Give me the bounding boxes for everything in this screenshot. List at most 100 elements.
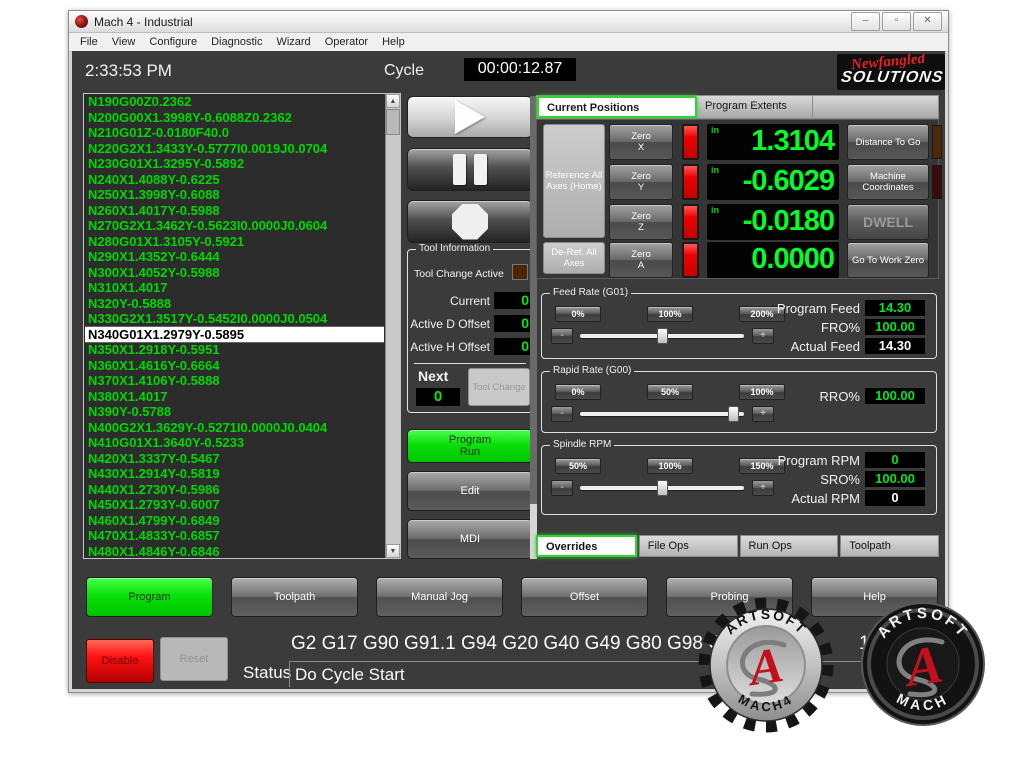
gcode-line[interactable]: N430X1.2914Y-0.5819 <box>85 466 384 482</box>
indicator-led <box>932 165 942 199</box>
status-value: Do Cycle Start <box>289 661 935 687</box>
tab-overrides[interactable]: Overrides <box>536 535 637 557</box>
gcode-line[interactable]: N300X1.4052Y-0.5988 <box>85 265 384 281</box>
scrollbar-thumb[interactable] <box>386 109 400 135</box>
gcode-line[interactable]: N270G2X1.3462Y-0.5623I0.0000J0.0604 <box>85 218 384 234</box>
titlebar[interactable]: Mach 4 - Industrial ‒ ▫ ✕ <box>69 11 948 33</box>
dro-x: in1.3104 <box>707 124 839 160</box>
nav-toolpath-button[interactable]: Toolpath <box>231 577 358 617</box>
gcode-list[interactable]: N190G00Z0.2362N200G00X1.3998Y-0.6088Z0.2… <box>85 94 384 558</box>
go-to-work-zero-button[interactable]: Go To Work Zero <box>847 242 929 278</box>
zero-a-button[interactable]: ZeroA <box>609 242 673 278</box>
dro-z: in-0.0180 <box>707 204 839 240</box>
slider-thumb[interactable] <box>657 328 668 344</box>
gcode-line[interactable]: N370X1.4106Y-0.5888 <box>85 373 384 389</box>
preset-50pct-button[interactable]: 50% <box>647 384 693 400</box>
axis-z-led <box>682 204 699 240</box>
menu-wizard[interactable]: Wizard <box>269 36 317 48</box>
menu-operator[interactable]: Operator <box>318 36 375 48</box>
rapid-rate-group: Rapid Rate (G00) 0%50%100%-+RRO%100.00 <box>541 371 937 433</box>
distance-to-go-button[interactable]: Distance To Go <box>847 124 929 160</box>
gcode-line[interactable]: N350X1.2918Y-0.5951 <box>85 342 384 358</box>
tab-toolpath[interactable]: Toolpath <box>840 535 939 557</box>
mdi-button[interactable]: MDI <box>407 519 533 559</box>
machine-coordinates-button[interactable]: Machine Coordinates <box>847 164 929 200</box>
gcode-line[interactable]: N230G01X1.3295Y-0.5892 <box>85 156 384 172</box>
gcode-line[interactable]: N200G00X1.3998Y-0.6088Z0.2362 <box>85 110 384 126</box>
decrement-button[interactable]: - <box>551 328 573 344</box>
cycle-start-button[interactable] <box>407 96 533 138</box>
preset-100pct-button[interactable]: 100% <box>647 306 693 322</box>
reset-button[interactable]: Reset <box>160 637 228 681</box>
minimize-button[interactable]: ‒ <box>851 12 880 31</box>
gcode-line[interactable]: N220G2X1.3433Y-0.5777I0.0019J0.0704 <box>85 141 384 157</box>
tool-change-active-label: Tool Change Active <box>414 268 504 280</box>
sro--value: 100.00 <box>865 471 925 487</box>
gcode-line[interactable]: N260X1.4017Y-0.5988 <box>85 203 384 219</box>
program-run-button[interactable]: Program Run <box>407 429 533 463</box>
increment-button[interactable]: + <box>752 406 774 422</box>
gcode-line[interactable]: N360X1.4616Y-0.6664 <box>85 358 384 374</box>
stop-button[interactable] <box>407 200 533 243</box>
tool-change-button[interactable]: Tool Change <box>468 368 530 406</box>
gcode-line[interactable]: N410G01X1.3640Y-0.5233 <box>85 435 384 451</box>
nav-manual-jog-button[interactable]: Manual Jog <box>376 577 503 617</box>
tab-current-positions[interactable]: Current Positions <box>537 96 697 118</box>
dro-unit: in <box>711 165 719 175</box>
menu-diagnostic[interactable]: Diagnostic <box>204 36 269 48</box>
gcode-line[interactable]: N420X1.3337Y-0.5467 <box>85 451 384 467</box>
gcode-line[interactable]: N190G00Z0.2362 <box>85 94 384 110</box>
gcode-line[interactable]: N240X1.4088Y-0.6225 <box>85 172 384 188</box>
gcode-line[interactable]: N460X1.4799Y-0.6849 <box>85 513 384 529</box>
gcode-line[interactable]: N210G01Z-0.0180F40.0 <box>85 125 384 141</box>
preset-0pct-button[interactable]: 0% <box>555 306 601 322</box>
zero-z-button[interactable]: ZeroZ <box>609 204 673 240</box>
close-button[interactable]: ✕ <box>913 12 942 31</box>
tab-file-ops[interactable]: File Ops <box>639 535 738 557</box>
nav-program-button[interactable]: Program <box>86 577 213 617</box>
dwell-button[interactable]: DWELL <box>847 204 929 240</box>
program-feed-label: Program Feed <box>690 301 860 316</box>
gcode-line[interactable]: N480X1.4846Y-0.6846 <box>85 544 384 559</box>
slider-thumb[interactable] <box>728 406 739 422</box>
preset-50pct-button[interactable]: 50% <box>555 458 601 474</box>
gcode-line[interactable]: N390Y-0.5788 <box>85 404 384 420</box>
override-slider[interactable] <box>580 406 744 422</box>
preset-100pct-button[interactable]: 100% <box>647 458 693 474</box>
decrement-button[interactable]: - <box>551 406 573 422</box>
zero-y-button[interactable]: ZeroY <box>609 164 673 200</box>
disable-button[interactable]: Disable <box>86 639 154 683</box>
nav-offset-button[interactable]: Offset <box>521 577 648 617</box>
newfangled-solutions-logo: Newfangled SOLUTIONS <box>837 54 945 90</box>
gcode-line-current[interactable]: N340G01X1.2979Y-0.5895 <box>85 327 384 343</box>
gcode-line[interactable]: N400G2X1.3629Y-0.5271I0.0000J0.0404 <box>85 420 384 436</box>
gcode-line[interactable]: N440X1.2730Y-0.5986 <box>85 482 384 498</box>
menu-view[interactable]: View <box>105 36 143 48</box>
menu-configure[interactable]: Configure <box>142 36 204 48</box>
feed-hold-button[interactable] <box>407 148 533 191</box>
menu-help[interactable]: Help <box>375 36 412 48</box>
scroll-down-icon[interactable]: ▼ <box>386 544 400 558</box>
slider-thumb[interactable] <box>657 480 668 496</box>
gcode-line[interactable]: N290X1.4352Y-0.6444 <box>85 249 384 265</box>
maximize-button[interactable]: ▫ <box>882 12 911 31</box>
gcode-line[interactable]: N380X1.4017 <box>85 389 384 405</box>
gcode-line[interactable]: N310X1.4017 <box>85 280 384 296</box>
decrement-button[interactable]: - <box>551 480 573 496</box>
deref-all-axes-button[interactable]: De-Ref. All Axes <box>543 242 605 274</box>
menu-file[interactable]: File <box>73 36 105 48</box>
zero-x-button[interactable]: ZeroX <box>609 124 673 160</box>
gcode-scrollbar[interactable]: ▲ ▼ <box>385 94 400 558</box>
gcode-line[interactable]: N470X1.4833Y-0.6857 <box>85 528 384 544</box>
reference-all-axes-button[interactable]: Reference All Axes (Home) <box>543 124 605 238</box>
gcode-line[interactable]: N280G01X1.3105Y-0.5921 <box>85 234 384 250</box>
tab-run-ops[interactable]: Run Ops <box>740 535 839 557</box>
gcode-line[interactable]: N250X1.3998Y-0.6088 <box>85 187 384 203</box>
preset-0pct-button[interactable]: 0% <box>555 384 601 400</box>
tab-program-extents[interactable]: Program Extents <box>697 96 813 118</box>
scroll-up-icon[interactable]: ▲ <box>386 94 400 108</box>
edit-button[interactable]: Edit <box>407 471 533 511</box>
gcode-line[interactable]: N450X1.2793Y-0.6007 <box>85 497 384 513</box>
gcode-line[interactable]: N330G2X1.3517Y-0.5452I0.0000J0.0504 <box>85 311 384 327</box>
gcode-line[interactable]: N320Y-0.5888 <box>85 296 384 312</box>
